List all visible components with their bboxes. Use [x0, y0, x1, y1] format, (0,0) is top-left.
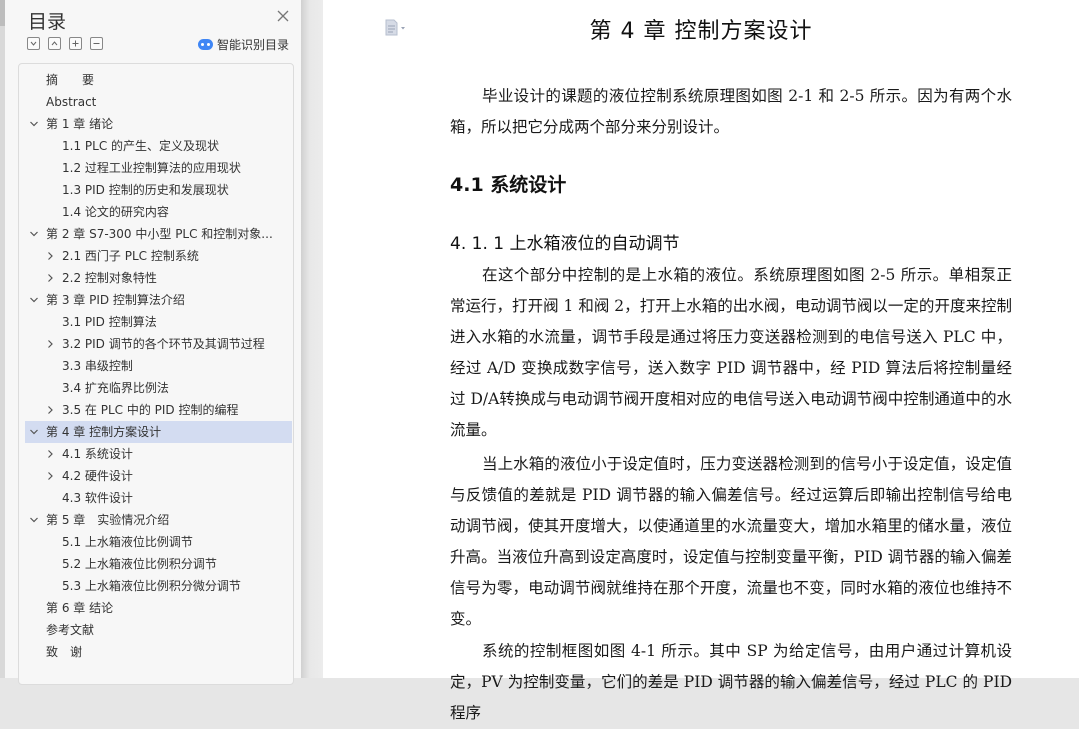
- toc-item-label: 4.2 硬件设计: [62, 469, 133, 483]
- toc-item[interactable]: 参考文献: [18, 619, 292, 641]
- chevron-down-icon[interactable]: [29, 229, 39, 239]
- chevron-down-icon[interactable]: [29, 427, 39, 437]
- chevron-down-icon[interactable]: [29, 119, 39, 129]
- toc-item-label: 3.3 串级控制: [62, 359, 133, 373]
- toc-item-label: 4.1 系统设计: [62, 447, 133, 461]
- toc-item-label: 3.5 在 PLC 中的 PID 控制的编程: [62, 403, 239, 417]
- toc-item[interactable]: 3.3 串级控制: [18, 355, 292, 377]
- toc-item[interactable]: 5.1 上水箱液位比例调节: [18, 531, 292, 553]
- toc-item-label: 第 3 章 PID 控制算法介绍: [46, 293, 185, 307]
- collapse-all-icon[interactable]: [27, 37, 40, 50]
- expand-all-icon[interactable]: [48, 37, 61, 50]
- body-paragraph-1: 在这个部分中控制的是上水箱的液位。系统原理图如图 2-5 所示。单相泵正常运行，…: [450, 266, 1012, 439]
- toc-item-label: 3.2 PID 调节的各个环节及其调节过程: [62, 337, 265, 351]
- toc-item[interactable]: 1.3 PID 控制的历史和发展现状: [18, 179, 292, 201]
- toc-item[interactable]: 1.2 过程工业控制算法的应用现状: [18, 157, 292, 179]
- toc-item-label: 第 5 章 实验情况介绍: [46, 513, 170, 527]
- sidebar-divider: [301, 0, 323, 678]
- toc-item[interactable]: 第 2 章 S7-300 中小型 PLC 和控制对象...: [18, 223, 292, 245]
- toc-item[interactable]: 5.2 上水箱液位比例积分调节: [18, 553, 292, 575]
- toc-item[interactable]: 第 6 章 结论: [18, 597, 292, 619]
- toc-item-label: 参考文献: [46, 623, 95, 637]
- chevron-right-icon[interactable]: [45, 449, 55, 459]
- chevron-right-icon[interactable]: [45, 273, 55, 283]
- toc-item-label: 1.1 PLC 的产生、定义及现状: [62, 139, 220, 153]
- toc-item[interactable]: 致 谢: [18, 641, 292, 663]
- toc-item-label: 1.4 论文的研究内容: [62, 205, 169, 219]
- toc-item[interactable]: 4.2 硬件设计: [18, 465, 292, 487]
- remove-icon[interactable]: [90, 37, 103, 50]
- toc-item-label: 第 1 章 绪论: [46, 117, 114, 131]
- chevron-right-icon[interactable]: [45, 339, 55, 349]
- toc-item-label: 第 2 章 S7-300 中小型 PLC 和控制对象...: [46, 227, 273, 241]
- intro-paragraph: 毕业设计的课题的液位控制系统原理图如图 2-1 和 2-5 所示。因为有两个水箱…: [450, 87, 1012, 136]
- toc-item-label: 3.4 扩充临界比例法: [62, 381, 169, 395]
- toc-title: 目录: [28, 11, 67, 33]
- toc-item[interactable]: 3.1 PID 控制算法: [18, 311, 292, 333]
- chevron-down-icon[interactable]: [29, 295, 39, 305]
- toc-list: 摘 要 Abstract 第 1 章 绪论 1.1 PLC 的产生、定义及现状 1.2 …: [18, 69, 292, 663]
- toc-item-label: 5.1 上水箱液位比例调节: [62, 535, 193, 549]
- section-heading: 4.1 系统设计: [450, 174, 567, 196]
- toc-item-label: 致 谢: [46, 645, 83, 659]
- close-icon[interactable]: [276, 9, 290, 23]
- chapter-title: 第 4 章 控制方案设计: [589, 19, 813, 44]
- toc-item[interactable]: 摘 要: [18, 69, 292, 91]
- toc-item[interactable]: 5.3 上水箱液位比例积分微分调节: [18, 575, 292, 597]
- chevron-right-icon[interactable]: [45, 251, 55, 261]
- subsection-heading: 4. 1. 1 上水箱液位的自动调节: [450, 234, 680, 254]
- toc-item[interactable]: 3.4 扩充临界比例法: [18, 377, 292, 399]
- toc-item[interactable]: 4.1 系统设计: [18, 443, 292, 465]
- toc-item-label: 2.2 控制对象特性: [62, 271, 157, 285]
- toc-item[interactable]: 3.5 在 PLC 中的 PID 控制的编程: [18, 399, 292, 421]
- toc-item-label: 3.1 PID 控制算法: [62, 315, 157, 329]
- toc-item-label: 摘 要: [46, 73, 95, 87]
- toc-item[interactable]: 第 3 章 PID 控制算法介绍: [18, 289, 292, 311]
- chevron-down-icon[interactable]: [29, 515, 39, 525]
- toc-item[interactable]: 1.4 论文的研究内容: [18, 201, 292, 223]
- body-paragraph-2: 当上水箱的液位小于设定值时，压力变送器检测到的信号小于设定值，设定值与反馈值的差…: [450, 455, 1012, 628]
- ai-icon: [198, 39, 213, 50]
- toc-item-label: 5.3 上水箱液位比例积分微分调节: [62, 579, 241, 593]
- body-paragraph-3: 系统的控制框图如图 4-1 所示。其中 SP 为给定信号，由用户通过计算机设定，…: [450, 642, 1012, 722]
- toc-item[interactable]: 第 5 章 实验情况介绍: [18, 509, 292, 531]
- toc-item[interactable]: 2.1 西门子 PLC 控制系统: [18, 245, 292, 267]
- smart-toc-button[interactable]: 智能识别目录: [198, 36, 289, 53]
- toc-item[interactable]: 2.2 控制对象特性: [18, 267, 292, 289]
- toc-item[interactable]: 4.3 软件设计: [18, 487, 292, 509]
- toc-item-label: 5.2 上水箱液位比例积分调节: [62, 557, 217, 571]
- toc-item-label: 第 6 章 结论: [46, 601, 114, 615]
- toc-item[interactable]: 第 4 章 控制方案设计: [25, 421, 292, 443]
- chevron-right-icon[interactable]: [45, 405, 55, 415]
- toc-item-label: 1.2 过程工业控制算法的应用现状: [62, 161, 241, 175]
- smart-toc-label: 智能识别目录: [217, 38, 290, 52]
- toc-item[interactable]: 3.2 PID 调节的各个环节及其调节过程: [18, 333, 292, 355]
- toc-item[interactable]: 1.1 PLC 的产生、定义及现状: [18, 135, 292, 157]
- toc-item[interactable]: 第 1 章 绪论: [18, 113, 292, 135]
- toc-item-label: 1.3 PID 控制的历史和发展现状: [62, 183, 229, 197]
- toc-item-label: 2.1 西门子 PLC 控制系统: [62, 249, 199, 263]
- toc-toolbar: [27, 37, 103, 53]
- toc-item-label: Abstract: [46, 95, 97, 109]
- add-icon[interactable]: [69, 37, 82, 50]
- document-page: 第 4 章 控制方案设计 毕业设计的课题的液位控制系统原理图如图 2-1 和 2…: [323, 0, 1079, 722]
- chevron-right-icon[interactable]: [45, 471, 55, 481]
- toc-item-label: 第 4 章 控制方案设计: [46, 425, 162, 439]
- toc-item[interactable]: Abstract: [18, 91, 292, 113]
- toc-item-label: 4.3 软件设计: [62, 491, 133, 505]
